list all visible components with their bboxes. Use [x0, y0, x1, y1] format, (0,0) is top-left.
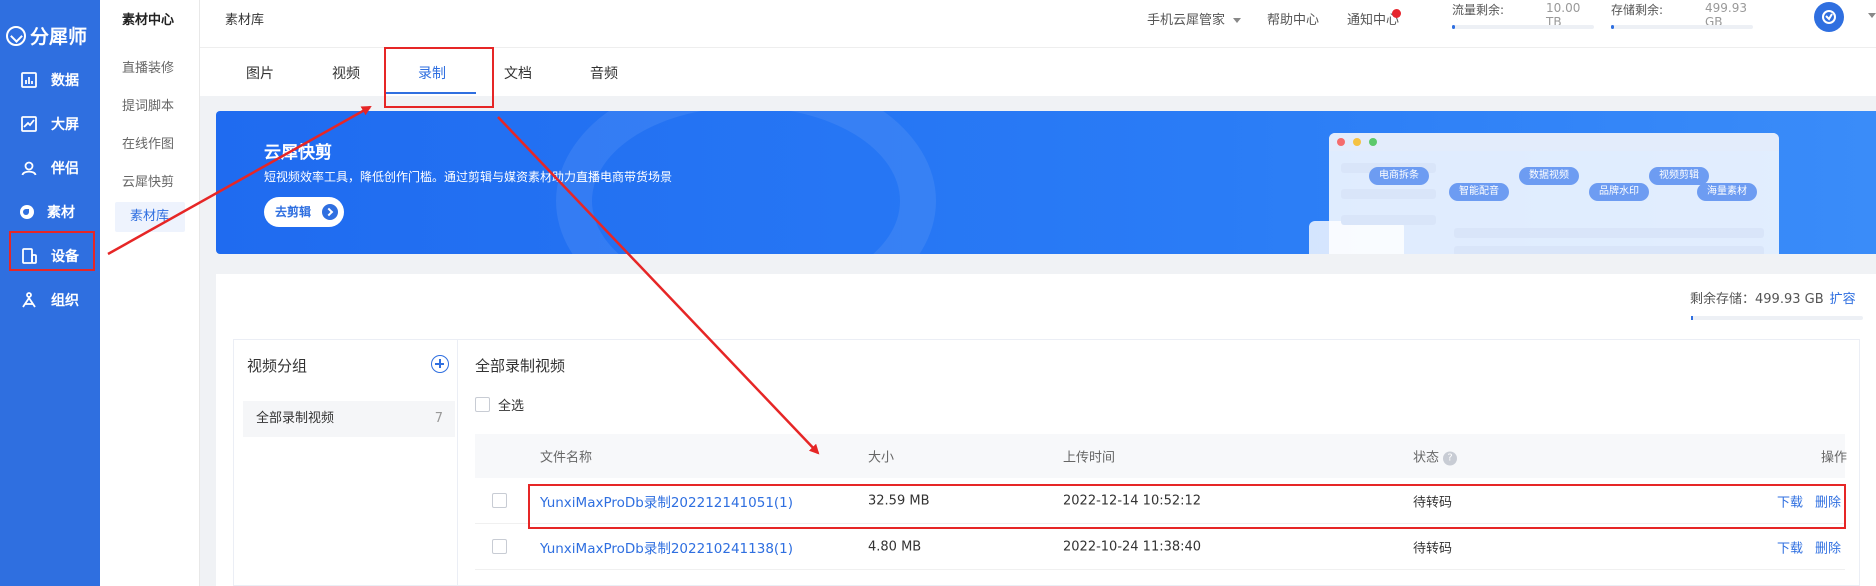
banner-description: 短视频效率工具，降低创作门槛。通过剪辑与媒资素材助力直播电商带货场景 [264, 170, 673, 184]
subnav-header: 素材中心 [122, 13, 175, 28]
notification-badge-icon [1392, 9, 1401, 18]
add-group-icon[interactable] [431, 355, 449, 373]
group-name: 全部录制视频 [256, 411, 335, 426]
phone-manager-link[interactable]: 手机云犀管家 [1147, 9, 1242, 28]
file-name-link[interactable]: YunxiMaxProDb录制202210241138(1) [540, 537, 793, 557]
banner-chip: 海量素材 [1697, 183, 1757, 201]
select-all-label: 全选 [498, 399, 525, 414]
traffic-quota: 流量剩余: 10.00 TB [1452, 1, 1594, 29]
subnav-item-material-library[interactable]: 素材库 [115, 202, 185, 232]
promo-banner: 云犀快剪 短视频效率工具，降低创作门槛。通过剪辑与媒资素材助力直播电商带货场景 … [216, 111, 1876, 254]
column-header-name: 文件名称 [540, 450, 593, 466]
go-edit-button[interactable]: 去剪辑 [264, 197, 344, 227]
banner-title: 云犀快剪 [264, 143, 332, 163]
tab-recordings[interactable]: 录制 [418, 63, 446, 83]
logo-text: 分犀师 [30, 26, 88, 48]
recordings-panel: 剩余存储：499.93 GB 扩容 视频分组 全部录制视频 7 全部录制视频 全选… [216, 274, 1876, 586]
nav-label: 数据 [51, 73, 79, 89]
user-menu-chevron-icon[interactable] [1868, 13, 1876, 18]
remaining-storage-label: 剩余存储：499.93 GB [1690, 292, 1824, 307]
table-row: YunxiMaxProDb录制202212141051(1) 32.59 MB … [475, 478, 1845, 524]
row-checkbox[interactable] [492, 493, 507, 508]
table-header: 文件名称 大小 上传时间 状态? 操作 [475, 434, 1848, 478]
top-bar: 素材库 手机云犀管家 帮助中心 通知中心 流量剩余: 10.00 TB 存储剩余… [200, 0, 1876, 48]
nav-item-org[interactable]: 组织 [0, 274, 100, 326]
table-row: YunxiMaxProDb录制202210241138(1) 4.80 MB 2… [475, 524, 1845, 570]
column-header-status: 状态? [1413, 447, 1458, 466]
nav-label: 素材 [47, 205, 75, 221]
breadcrumb: 素材库 [225, 13, 265, 28]
material-icon [20, 205, 34, 219]
select-all-checkbox[interactable] [475, 397, 490, 412]
bar-chart-icon [21, 72, 37, 88]
avatar-logo-icon [1822, 10, 1836, 24]
active-tab-indicator [386, 92, 476, 94]
banner-illustration: 电商拆条 数据视频 视频剪辑 智能配音 品牌水印 海量素材 [1329, 133, 1779, 254]
recordings-list: 全部录制视频 全选 文件名称 大小 上传时间 状态? 操作 YunxiMaxPr… [457, 339, 1860, 586]
chevron-right-icon [322, 204, 338, 220]
help-icon[interactable]: ? [1443, 451, 1458, 466]
storage-progress [1611, 25, 1753, 29]
banner-chip: 数据视频 [1519, 167, 1579, 185]
traffic-label: 流量剩余: [1452, 3, 1505, 17]
chevron-down-icon [1233, 18, 1242, 23]
nav-label: 伴侣 [51, 161, 79, 177]
download-button[interactable]: 下载 [1777, 537, 1803, 556]
delete-button[interactable]: 删除 [1815, 491, 1841, 510]
file-status: 待转码 [1413, 495, 1453, 510]
subnav-item-quick-cut[interactable]: 云犀快剪 [122, 171, 174, 190]
phone-manager-label: 手机云犀管家 [1147, 13, 1226, 28]
banner-chip: 品牌水印 [1589, 183, 1649, 201]
remaining-storage: 剩余存储：499.93 GB 扩容 [1690, 288, 1856, 307]
banner-chip: 智能配音 [1449, 183, 1509, 201]
expand-storage-link[interactable]: 扩容 [1830, 292, 1856, 307]
upload-time: 2022-10-24 11:38:40 [1063, 539, 1202, 554]
file-status: 待转码 [1413, 541, 1453, 556]
nav-label: 大屏 [51, 117, 79, 133]
remaining-storage-progress [1691, 316, 1863, 320]
tab-documents[interactable]: 文档 [504, 63, 532, 83]
groups-title: 视频分组 [247, 357, 308, 375]
storage-quota: 存储剩余: 499.93 GB [1611, 1, 1753, 29]
tab-audio[interactable]: 音频 [590, 63, 618, 83]
group-count: 7 [434, 411, 443, 426]
subnav-item-live-decor[interactable]: 直播装修 [122, 57, 174, 76]
app-logo[interactable]: 分犀师 [6, 22, 87, 49]
avatar[interactable] [1814, 2, 1844, 32]
column-header-ops: 操作 [1821, 450, 1848, 466]
nav-label: 设备 [51, 249, 79, 265]
list-title: 全部录制视频 [475, 357, 566, 375]
file-name-link[interactable]: YunxiMaxProDb录制202212141051(1) [540, 491, 793, 511]
nav-label: 组织 [51, 293, 79, 309]
subnav-item-online-design[interactable]: 在线作图 [122, 133, 174, 152]
row-checkbox[interactable] [492, 539, 507, 554]
delete-button[interactable]: 删除 [1815, 537, 1841, 556]
logo-icon [6, 25, 26, 46]
help-center-link[interactable]: 帮助中心 [1267, 9, 1319, 28]
org-icon [22, 292, 36, 308]
column-header-size: 大小 [868, 450, 895, 466]
user-icon [21, 161, 37, 176]
group-item-all-recordings[interactable]: 全部录制视频 7 [243, 401, 455, 437]
status-header-label: 状态 [1413, 450, 1440, 466]
go-edit-label: 去剪辑 [275, 205, 312, 219]
file-size: 4.80 MB [868, 539, 922, 554]
subnav-item-prompt-script[interactable]: 提词脚本 [122, 95, 174, 114]
video-groups: 视频分组 全部录制视频 7 [233, 339, 457, 586]
tab-videos[interactable]: 视频 [332, 63, 360, 83]
device-icon [22, 248, 37, 264]
main-sidebar: 分犀师 数据 大屏 伴侣 素材 设备 组织 [0, 0, 100, 586]
traffic-progress [1452, 25, 1594, 29]
banner-chip: 视频剪辑 [1649, 167, 1709, 185]
secondary-sidebar: 素材中心 直播装修 提词脚本 在线作图 云犀快剪 素材库 [100, 0, 200, 586]
trend-chart-icon [21, 116, 37, 132]
storage-label: 存储剩余: [1611, 3, 1664, 17]
column-header-time: 上传时间 [1063, 450, 1116, 466]
banner-chip: 电商拆条 [1369, 167, 1429, 185]
file-size: 32.59 MB [868, 493, 930, 508]
upload-time: 2022-12-14 10:52:12 [1063, 493, 1202, 508]
material-tabs: 图片 视频 录制 文档 音频 [200, 48, 1876, 96]
tab-images[interactable]: 图片 [246, 63, 274, 83]
download-button[interactable]: 下载 [1777, 491, 1803, 510]
